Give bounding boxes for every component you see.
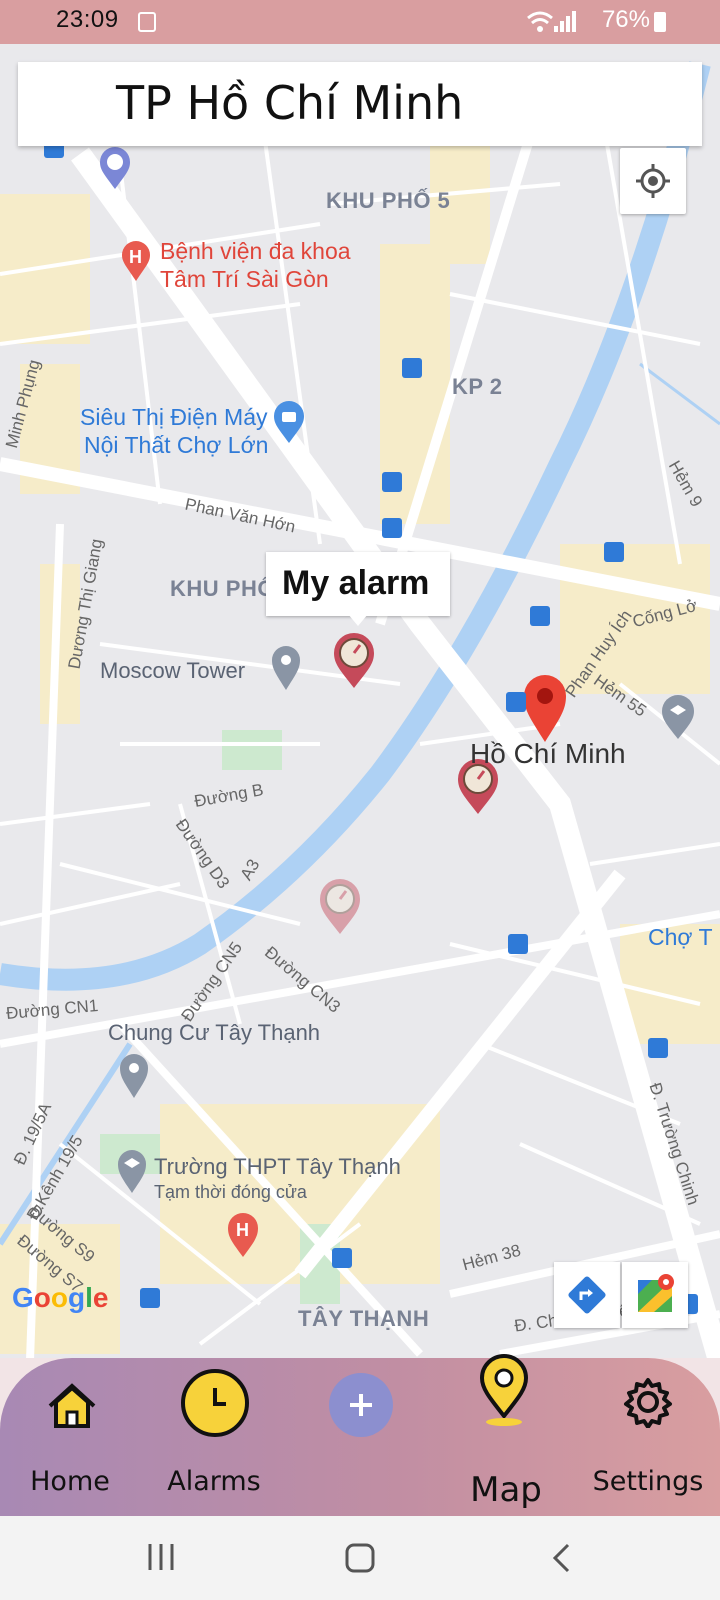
clock-icon (181, 1369, 249, 1437)
system-navigation-bar (0, 1516, 720, 1600)
nav-alarms[interactable]: Alarms (154, 1366, 274, 1506)
bus-stop-icon[interactable] (530, 606, 550, 626)
label-store-line1: Siêu Thị Điện Máy (80, 404, 268, 430)
bottom-navigation: Home Alarms Map Settings (0, 1354, 720, 1516)
bubble-tail (348, 614, 368, 626)
parking-pin-icon[interactable] (98, 146, 132, 190)
bubble-title: My alarm (282, 564, 430, 602)
label-hospital-line2: Tâm Trí Sài Gòn (160, 266, 329, 292)
label-store-line2: Nội Thất Chợ Lớn (84, 432, 269, 458)
bus-stop-icon[interactable] (506, 692, 526, 712)
my-location-button[interactable] (620, 148, 686, 214)
label-ho-chi-minh: Hồ Chí Minh (470, 738, 626, 769)
google-logo: Google (12, 1282, 109, 1313)
gallery-icon (138, 12, 156, 32)
place-pin-icon[interactable] (270, 644, 302, 692)
status-time: 23:09 (56, 6, 119, 33)
bus-stop-icon[interactable] (402, 358, 422, 378)
nav-settings[interactable]: Settings (588, 1366, 708, 1506)
nav-map-label: Map (470, 1470, 542, 1510)
hospital-pin-icon[interactable]: H (226, 1212, 260, 1258)
bus-stop-icon[interactable] (604, 542, 624, 562)
bus-stop-icon[interactable] (332, 1248, 352, 1268)
school-pin-icon[interactable] (660, 694, 696, 740)
label-chung-cu: Chung Cư Tây Thạnh (108, 1020, 321, 1045)
wifi-icon (527, 11, 553, 32)
signal-icon (554, 11, 576, 32)
label-school-line2: Tạm thời đóng cửa (154, 1182, 307, 1202)
label-school-line1: Trường THPT Tây Thạnh (154, 1154, 401, 1179)
label-tay-thanh: TÂY THẠNH (298, 1306, 430, 1331)
label-cho-partial: Chợ T (648, 924, 713, 950)
shopping-pin-icon[interactable] (272, 400, 306, 444)
search-box[interactable]: TP Hồ Chí Minh (18, 62, 702, 146)
bus-stop-icon[interactable] (140, 1288, 160, 1308)
svg-text:H: H (236, 1220, 249, 1240)
battery-icon (654, 12, 666, 32)
nav-settings-label: Settings (592, 1466, 704, 1497)
add-icon (329, 1373, 393, 1437)
label-khu-pho: KHU PHỐ (170, 576, 275, 601)
label-khu-pho-5: KHU PHỐ 5 (326, 188, 451, 213)
map-view[interactable]: KHU PHỐ 5 KP 2 KHU PHỐ TÂY THẠNH H Bệnh … (0, 44, 720, 1360)
alarm-info-bubble[interactable]: My alarm (266, 552, 450, 626)
bus-stop-icon[interactable] (382, 472, 402, 492)
google-maps-icon (638, 1274, 674, 1312)
bus-stop-icon[interactable] (508, 934, 528, 954)
label-hospital-line1: Bệnh viện đa khoa (160, 238, 351, 264)
nav-home-label: Home (30, 1466, 110, 1497)
bus-stop-icon[interactable] (648, 1038, 668, 1058)
svg-text:H: H (129, 247, 142, 267)
hospital-pin-icon[interactable]: H (120, 240, 152, 282)
directions-icon (568, 1276, 606, 1314)
search-text: TP Hồ Chí Minh (116, 76, 464, 130)
label-kp2: KP 2 (452, 374, 503, 399)
gear-icon (624, 1378, 672, 1428)
my-location-icon (636, 164, 670, 198)
location-pin-icon[interactable] (522, 674, 568, 744)
alarm-marker-faded-icon[interactable] (318, 878, 362, 936)
nav-map[interactable]: Map (446, 1354, 566, 1510)
label-moscow-tower: Moscow Tower (100, 658, 246, 683)
nav-alarms-label: Alarms (167, 1466, 261, 1497)
open-google-maps-button[interactable] (622, 1262, 688, 1328)
battery-percent: 76% (601, 6, 650, 33)
status-bar: 23:09 76% (0, 0, 720, 44)
school-pin-icon[interactable] (116, 1148, 148, 1194)
back-icon[interactable] (550, 1542, 574, 1574)
recent-apps-icon[interactable] (146, 1542, 176, 1572)
place-pin-icon[interactable] (118, 1052, 150, 1100)
home-icon (48, 1383, 96, 1428)
nav-home[interactable]: Home (10, 1366, 130, 1506)
alarm-marker-icon[interactable] (332, 632, 376, 690)
directions-button[interactable] (554, 1262, 620, 1328)
map-pin-icon (479, 1354, 529, 1426)
nav-add[interactable] (300, 1366, 420, 1506)
bus-stop-icon[interactable] (382, 518, 402, 538)
home-system-icon[interactable] (344, 1542, 376, 1574)
